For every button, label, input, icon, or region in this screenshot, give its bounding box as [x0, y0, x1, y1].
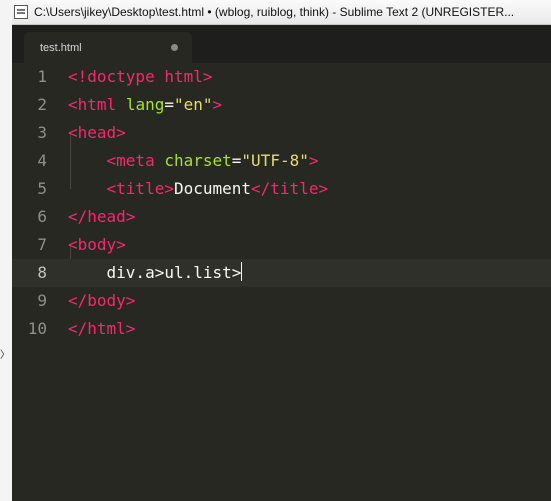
code-token: <body — [68, 235, 117, 254]
code-token: <head — [68, 123, 117, 142]
code-token: > — [125, 291, 136, 310]
line-number: 10 — [27, 319, 47, 338]
code-line[interactable]: 1 <!doctype html> — [12, 63, 551, 91]
tab-label: test.html — [40, 41, 82, 54]
code-token: = — [164, 95, 174, 114]
code-token: > — [308, 151, 319, 170]
line-number: 5 — [37, 179, 47, 198]
code-line[interactable]: 2 <html lang="en"> — [12, 91, 551, 119]
dirty-dot-icon[interactable] — [171, 44, 178, 51]
title-bar[interactable]: C:\Users\jikey\Desktop\test.html • (wblo… — [12, 0, 551, 25]
code-text: Document — [173, 179, 252, 198]
code-token: > — [116, 235, 126, 254]
code-line[interactable]: 4 <meta charset="UTF-8"> — [12, 147, 551, 175]
line-number: 2 — [37, 95, 47, 114]
window-title: C:\Users\jikey\Desktop\test.html • (wblo… — [34, 5, 515, 19]
code-token: <title — [106, 179, 165, 198]
code-token: <!doctype html — [68, 67, 203, 86]
line-number: 1 — [37, 67, 47, 86]
code-line[interactable]: 10 </html> — [12, 315, 551, 343]
code-string: "UTF-8" — [241, 151, 309, 170]
text-cursor — [241, 262, 243, 281]
code-text: div.a>ul.list> — [106, 263, 242, 282]
code-line[interactable]: 7 <body> — [12, 231, 551, 259]
line-code[interactable]: <head> — [68, 119, 126, 147]
line-number: 7 — [37, 235, 47, 254]
code-string: "en" — [173, 95, 213, 114]
line-code[interactable]: <meta charset="UTF-8"> — [68, 147, 319, 175]
sublime-text-window: C:\Users\jikey\Desktop\test.html • (wblo… — [12, 0, 551, 501]
line-number: 9 — [37, 291, 47, 310]
line-code[interactable]: </body> — [68, 287, 135, 315]
code-token: </html — [68, 319, 126, 338]
line-number: 3 — [37, 123, 47, 142]
code-attribute: lang — [125, 95, 165, 114]
code-token: <meta — [106, 151, 155, 170]
line-code[interactable]: <body> — [68, 231, 126, 259]
code-token: > — [202, 67, 213, 86]
code-line[interactable]: 5 <title>Document</title> — [12, 175, 551, 203]
code-token: <html — [68, 95, 117, 114]
code-editor[interactable]: 1 <!doctype html> 2 <html lang="en"> 3 <… — [12, 63, 551, 501]
line-code[interactable]: </head> — [68, 203, 135, 231]
code-line[interactable]: 9 </body> — [12, 287, 551, 315]
code-token: </title> — [251, 179, 329, 198]
tab-test-html[interactable]: test.html — [24, 32, 192, 63]
code-token: </head — [68, 207, 126, 226]
line-code[interactable]: div.a>ul.list> — [68, 259, 243, 287]
code-token: > — [164, 179, 174, 198]
code-attribute: charset — [164, 151, 232, 170]
code-token: > — [125, 207, 136, 226]
code-line[interactable]: 3 <head> — [12, 119, 551, 147]
line-number: 8 — [37, 263, 47, 282]
line-code[interactable]: <html lang="en"> — [68, 91, 222, 119]
code-line[interactable]: 6 </head> — [12, 203, 551, 231]
code-token: > — [212, 95, 223, 114]
code-token: = — [231, 151, 242, 170]
code-line-active[interactable]: 8 div.a>ul.list> — [12, 259, 551, 287]
line-code[interactable]: <title>Document</title> — [68, 175, 329, 203]
line-number: 4 — [37, 151, 47, 170]
sublime-app-icon[interactable] — [14, 5, 28, 19]
code-token: > — [116, 123, 126, 142]
line-code[interactable]: </html> — [68, 315, 135, 343]
line-code[interactable]: <!doctype html> — [68, 63, 213, 91]
tab-bar: test.html — [12, 25, 551, 63]
code-token: </body — [68, 291, 126, 310]
code-token: > — [125, 319, 136, 338]
background-window-glyph: 〉 — [0, 350, 10, 361]
line-number: 6 — [37, 207, 47, 226]
